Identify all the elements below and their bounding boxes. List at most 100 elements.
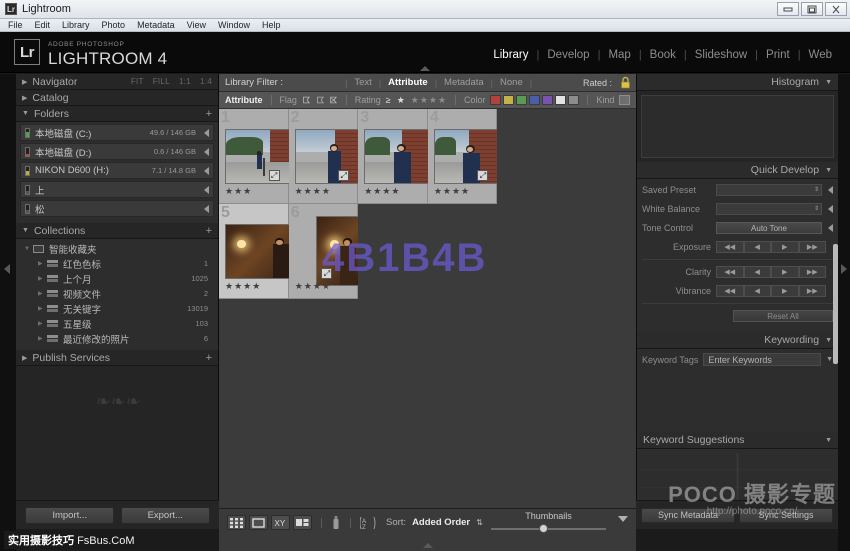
folder-expand-icon[interactable]: [204, 167, 209, 175]
collection-group-row[interactable]: ▼ 智能收藏夹: [20, 241, 214, 256]
quick-develop-header[interactable]: Quick Develop ▼: [637, 162, 838, 179]
exposure-minus[interactable]: ◀: [744, 241, 772, 253]
histogram-header[interactable]: Histogram ▼: [637, 74, 838, 91]
export-button[interactable]: Export...: [121, 507, 210, 524]
module-web[interactable]: Web: [801, 49, 840, 61]
module-slideshow[interactable]: Slideshow: [687, 49, 755, 61]
chevron-right-icon[interactable]: ▶: [38, 290, 47, 297]
filter-tab-text[interactable]: Text: [347, 77, 378, 88]
spray-can-icon[interactable]: [331, 515, 341, 530]
chevron-down-icon[interactable]: ▼: [825, 167, 832, 174]
keyword-tags-area[interactable]: [642, 366, 833, 428]
chevron-down-icon[interactable]: ▼: [825, 437, 832, 444]
collapse-filmstrip-arrow[interactable]: [423, 543, 433, 548]
filter-tab-attribute[interactable]: Attribute: [381, 77, 435, 88]
chevron-down-icon[interactable]: ▼: [825, 337, 832, 344]
chevron-right-icon[interactable]: ▶: [38, 305, 47, 312]
exposure-plus[interactable]: ▶: [771, 241, 799, 253]
color-swatch-yellow[interactable]: [503, 95, 514, 105]
sync-metadata-button[interactable]: Sync Metadata: [641, 508, 735, 523]
expand-arrow-icon[interactable]: [828, 186, 833, 194]
table-row[interactable]: 2 ⤢ ★★★★: [289, 109, 359, 204]
keywording-header[interactable]: Keywording ▼: [637, 332, 838, 349]
slider-knob[interactable]: [539, 524, 548, 533]
exposure-stepper[interactable]: ◀◀ ◀ ▶ ▶▶: [716, 241, 826, 253]
color-swatch-white[interactable]: [555, 95, 566, 105]
photo-rating[interactable]: ★★★★: [295, 186, 331, 197]
module-map[interactable]: Map: [600, 49, 638, 61]
navigator-header[interactable]: ▶ Navigator FIT FILL 1:1 1:4: [16, 74, 218, 90]
catalog-header[interactable]: ▶ Catalog: [16, 90, 218, 106]
menu-view[interactable]: View: [187, 20, 206, 30]
right-panel-gutter[interactable]: [838, 74, 850, 551]
thumbnail-size-slider[interactable]: Thumbnails: [491, 511, 606, 530]
flag-pick-icon[interactable]: [302, 95, 311, 105]
module-book[interactable]: Book: [642, 49, 684, 61]
navigator-fit[interactable]: FIT: [131, 77, 144, 86]
chevron-down-icon[interactable]: ▼: [826, 356, 833, 363]
chevron-right-icon[interactable]: ▶: [38, 275, 47, 282]
rating-operator[interactable]: ≥: [386, 95, 392, 105]
table-row[interactable]: 5 ★★★★: [219, 204, 289, 299]
table-row[interactable]: 4 ⤢ ★★★★: [428, 109, 498, 204]
clarity-stepper[interactable]: ◀◀ ◀ ▶ ▶▶: [716, 266, 826, 278]
add-folder-icon[interactable]: +: [206, 108, 212, 120]
list-item[interactable]: ▶ 无关键字 13019: [20, 301, 214, 316]
menu-metadata[interactable]: Metadata: [137, 20, 175, 30]
folder-row[interactable]: 上: [20, 181, 214, 198]
menu-file[interactable]: File: [8, 20, 23, 30]
maximize-button[interactable]: [801, 2, 823, 16]
collections-header[interactable]: ▼ Collections +: [16, 223, 218, 239]
clarity-plus-large[interactable]: ▶▶: [799, 266, 827, 278]
list-item[interactable]: ▶ 视频文件 2: [20, 286, 214, 301]
menu-library[interactable]: Library: [62, 20, 90, 30]
left-panel-gutter[interactable]: [0, 74, 16, 551]
show-right-panel-arrow[interactable]: [841, 264, 847, 274]
grid-view-icon[interactable]: [227, 515, 246, 530]
menu-window[interactable]: Window: [218, 20, 250, 30]
folder-row[interactable]: 本地磁盘 (D:) 0.6 / 146 GB: [20, 143, 214, 160]
module-develop[interactable]: Develop: [539, 49, 597, 61]
photo-rating[interactable]: ★★★: [225, 186, 252, 197]
keyword-suggestions-header[interactable]: Keyword Suggestions ▼: [637, 432, 838, 449]
folder-expand-icon[interactable]: [204, 129, 209, 137]
table-row[interactable]: 3 ★★★★: [358, 109, 428, 204]
color-swatch-blue[interactable]: [529, 95, 540, 105]
publish-services-header[interactable]: ▶ Publish Services +: [16, 350, 218, 366]
survey-view-icon[interactable]: [293, 515, 312, 530]
filter-tab-metadata[interactable]: Metadata: [437, 77, 491, 88]
folder-expand-icon[interactable]: [204, 205, 209, 213]
collapse-top-panel-arrow[interactable]: [420, 66, 430, 71]
clarity-plus[interactable]: ▶: [771, 266, 799, 278]
menu-photo[interactable]: Photo: [102, 20, 126, 30]
show-left-panel-arrow[interactable]: [4, 264, 10, 274]
vibrance-plus[interactable]: ▶: [771, 285, 799, 297]
list-item[interactable]: ▶ 上个月 1025: [20, 271, 214, 286]
toolbar-dropdown-icon[interactable]: [618, 516, 628, 522]
auto-tone-button[interactable]: Auto Tone: [716, 222, 822, 234]
keyword-tags-input[interactable]: Enter Keywords: [703, 353, 821, 366]
expand-arrow-icon[interactable]: [828, 224, 833, 232]
folder-row[interactable]: 本地磁盘 (C:) 49.6 / 146 GB: [20, 124, 214, 141]
module-print[interactable]: Print: [758, 49, 798, 61]
navigator-1-4[interactable]: 1:4: [200, 77, 212, 86]
sort-value[interactable]: Added Order: [412, 517, 470, 528]
minimize-button[interactable]: [777, 2, 799, 16]
flag-reject-icon[interactable]: [329, 95, 338, 105]
slider-track[interactable]: [491, 528, 606, 530]
import-button[interactable]: Import...: [25, 507, 114, 524]
table-row[interactable]: 1 ⤢ ★★★: [219, 109, 289, 204]
exposure-plus-large[interactable]: ▶▶: [799, 241, 827, 253]
saved-preset-select[interactable]: ⇕: [716, 184, 822, 196]
reset-all-button[interactable]: Reset All: [733, 310, 833, 322]
sort-az-icon[interactable]: A Z: [360, 516, 380, 530]
clarity-minus-large[interactable]: ◀◀: [716, 266, 744, 278]
folder-row[interactable]: 松: [20, 200, 214, 217]
navigator-1-1[interactable]: 1:1: [179, 77, 191, 86]
list-item[interactable]: ▶ 红色色标 1: [20, 256, 214, 271]
photo-rating[interactable]: ★★★★: [295, 281, 331, 292]
vibrance-plus-large[interactable]: ▶▶: [799, 285, 827, 297]
clarity-minus[interactable]: ◀: [744, 266, 772, 278]
navigator-fill[interactable]: FILL: [153, 77, 170, 86]
vibrance-stepper[interactable]: ◀◀ ◀ ▶ ▶▶: [716, 285, 826, 297]
